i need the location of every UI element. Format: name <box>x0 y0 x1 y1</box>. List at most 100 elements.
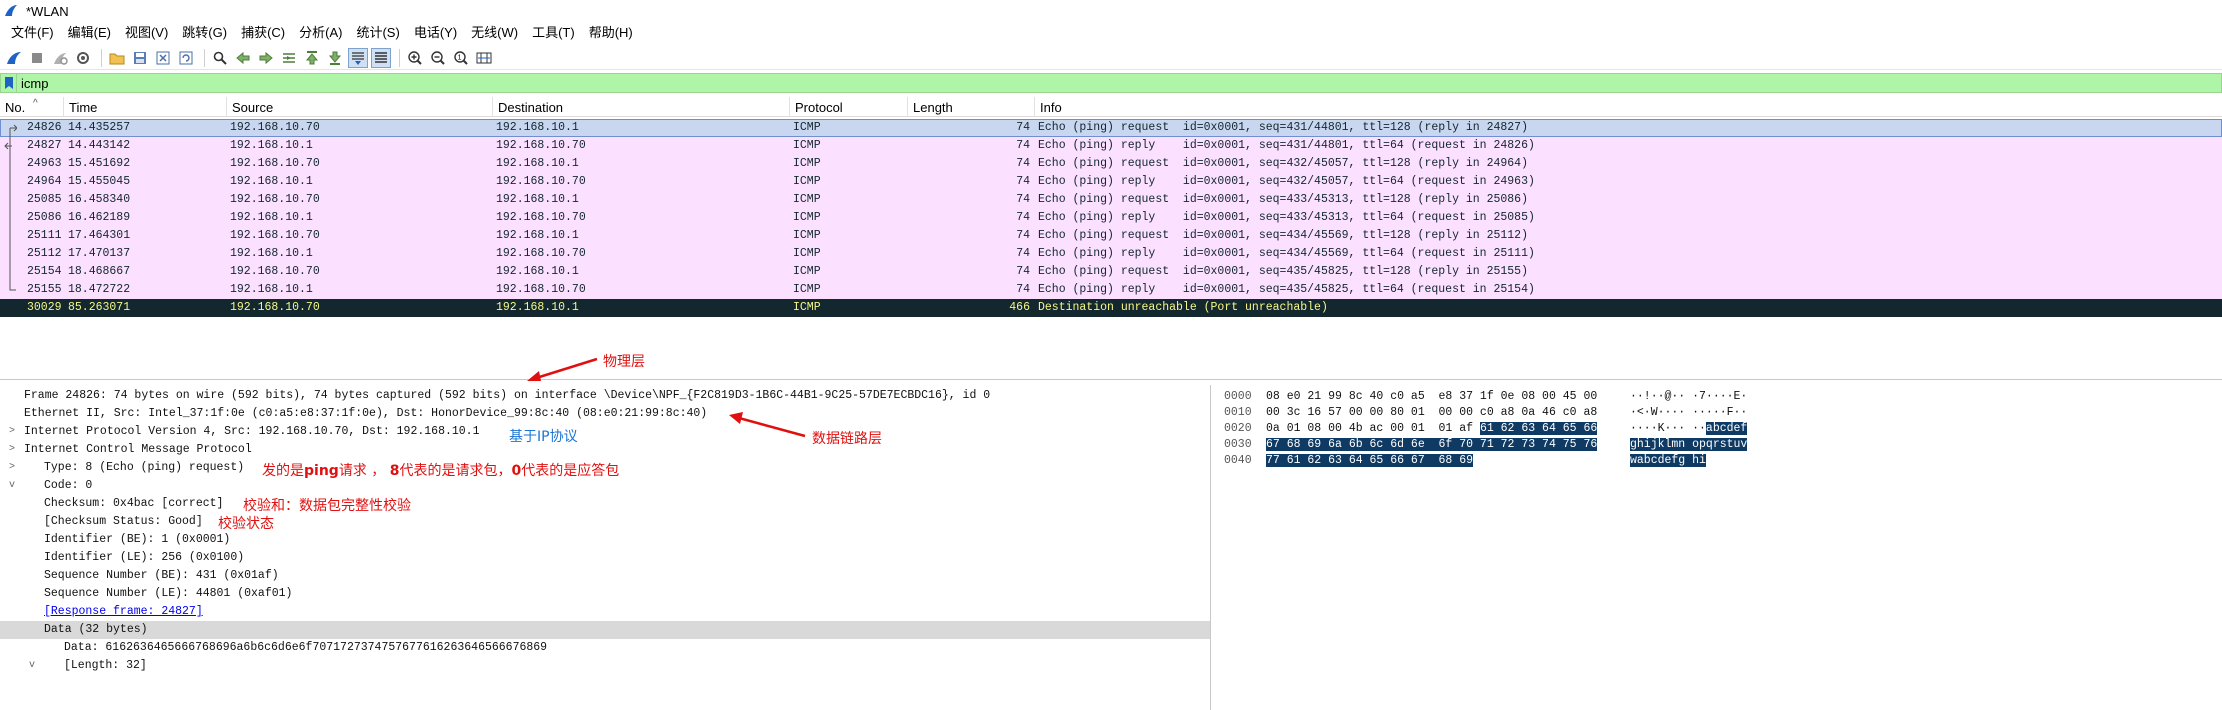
cell-src: 192.168.10.70 <box>230 265 320 278</box>
zoom-out-icon[interactable] <box>428 48 448 68</box>
last-packet-icon[interactable] <box>325 48 345 68</box>
cell-time: 16.462189 <box>68 211 131 224</box>
colorize-icon[interactable] <box>371 47 391 68</box>
menu-item-6[interactable]: 统计(S) <box>349 22 406 44</box>
packet-row[interactable]: 30029 85.263071 192.168.10.70 192.168.10.1 I… <box>0 299 2222 317</box>
cell-no: 25085 <box>27 193 62 206</box>
find-icon[interactable] <box>210 48 230 68</box>
menu-item-9[interactable]: 工具(T) <box>525 22 582 44</box>
column-header-info[interactable]: Info <box>1035 97 2222 117</box>
related-packet-icon <box>9 173 11 191</box>
menu-bar: 文件(F) 编辑(E) 视图(V) 跳转(G) 捕获(C) 分析(A) 统计(S) 电话(Y)… <box>0 22 2222 44</box>
tree-row-identifier-be[interactable]: Identifier (BE): 1 (0x0001) <box>0 531 1210 549</box>
cell-src: 192.168.10.1 <box>230 283 313 296</box>
column-header-time[interactable]: Time <box>64 97 227 117</box>
tree-row-checksum-status[interactable]: [Checksum Status: Good] <box>0 513 1210 531</box>
stop-square-icon[interactable] <box>27 48 47 68</box>
menu-item-0[interactable]: 文件(F) <box>4 22 61 44</box>
byte-offset: 0040 <box>1224 454 1252 467</box>
cell-proto: ICMP <box>793 229 821 242</box>
restart-icon[interactable] <box>50 48 70 68</box>
packet-row[interactable]: 25155 18.472722 192.168.10.1 192.168.10.70 I… <box>0 281 2222 299</box>
column-header-length[interactable]: Length <box>908 97 1035 117</box>
hex-bytes[interactable]: 0a 01 08 00 4b ac 00 01 01 af 61 62 63 6… <box>1266 421 1598 437</box>
tree-row-frame[interactable]: > Frame 24826: 74 bytes on wire (592 bit… <box>0 387 1210 437</box>
tree-row-icmp[interactable]: v Internet Control Message Protocol <box>0 441 1210 491</box>
hex-bytes[interactable]: 77 61 62 63 64 65 66 67 68 69 <box>1266 453 1474 469</box>
cell-length: 74 <box>1016 139 1030 152</box>
column-header-protocol[interactable]: Protocol <box>790 97 908 117</box>
resize-columns-icon[interactable] <box>474 48 494 68</box>
cell-src: 192.168.10.1 <box>230 175 313 188</box>
tree-row-data-length[interactable]: [Length: 32] <box>0 657 1210 675</box>
menu-item-5[interactable]: 分析(A) <box>292 22 349 44</box>
column-header-no[interactable]: No. ^ <box>0 97 64 117</box>
menu-item-8[interactable]: 无线(W) <box>464 22 525 44</box>
hex-bytes[interactable]: 08 e0 21 99 8c 40 c0 a5 e8 37 1f 0e 08 0… <box>1266 389 1597 405</box>
menu-item-2[interactable]: 视图(V) <box>118 22 175 44</box>
response-frame-link[interactable]: [Response frame: 24827] <box>44 603 203 621</box>
cell-info: Echo (ping) request id=0x0001, seq=433/4… <box>1038 193 1528 206</box>
tree-row-ethernet[interactable]: > Ethernet II, Src: Intel_37:1f:0e (c0:a… <box>0 405 1210 455</box>
packet-rows: 24826 14.435257 192.168.10.70 192.168.10.1 I… <box>0 119 2222 317</box>
options-gear-icon[interactable] <box>73 48 93 68</box>
column-header-source[interactable]: Source <box>227 97 493 117</box>
open-folder-icon[interactable] <box>107 48 127 68</box>
shark-fin-start-icon[interactable] <box>4 48 24 68</box>
tree-row-response-frame[interactable]: [Response frame: 24827] <box>0 603 1210 621</box>
auto-scroll-icon[interactable] <box>348 47 368 68</box>
cell-src: 192.168.10.70 <box>230 157 320 170</box>
tree-row-sequence-be[interactable]: Sequence Number (BE): 431 (0x01af) <box>0 567 1210 585</box>
cell-length: 74 <box>1016 229 1030 242</box>
tree-row-data-value[interactable]: Data: 6162636465666768696a6b6c6d6e6f7071… <box>0 639 1210 657</box>
tree-row-ipv4[interactable]: > Internet Protocol Version 4, Src: 192.… <box>0 423 1210 473</box>
packet-row[interactable]: 24826 14.435257 192.168.10.70 192.168.10.1 I… <box>0 119 2222 137</box>
packet-row[interactable]: 25085 16.458340 192.168.10.70 192.168.10.1 I… <box>0 191 2222 209</box>
menu-item-1[interactable]: 编辑(E) <box>61 22 118 44</box>
cell-proto: ICMP <box>793 175 821 188</box>
tree-row-data[interactable]: v Data (32 bytes) <box>0 621 1210 671</box>
cell-length: 74 <box>1016 265 1030 278</box>
menu-item-4[interactable]: 捕获(C) <box>234 22 292 44</box>
packet-row[interactable]: 24827 14.443142 192.168.10.1 192.168.10.70 I… <box>0 137 2222 155</box>
cell-no: 30029 <box>27 301 62 314</box>
save-file-icon[interactable] <box>130 48 150 68</box>
reload-icon[interactable] <box>176 48 196 68</box>
packet-row[interactable]: 24963 15.451692 192.168.10.70 192.168.10.1 I… <box>0 155 2222 173</box>
go-forward-icon[interactable] <box>256 48 276 68</box>
tree-row-sequence-le[interactable]: Sequence Number (LE): 44801 (0xaf01) <box>0 585 1210 603</box>
close-file-icon[interactable] <box>153 48 173 68</box>
packet-row[interactable]: 24964 15.455045 192.168.10.1 192.168.10.70 I… <box>0 173 2222 191</box>
filter-bookmark-icon[interactable] <box>1 74 17 92</box>
cell-info: Echo (ping) reply id=0x0001, seq=432/450… <box>1038 175 1535 188</box>
cell-src: 192.168.10.70 <box>230 121 320 134</box>
menu-item-7[interactable]: 电话(Y) <box>407 22 464 44</box>
ascii-bytes[interactable]: ·<·W···· ·····F·· <box>1630 405 1747 421</box>
go-to-packet-icon[interactable] <box>279 48 299 68</box>
main-toolbar: 1 <box>0 46 2222 70</box>
go-back-icon[interactable] <box>233 48 253 68</box>
cell-src: 192.168.10.70 <box>230 301 320 314</box>
hex-bytes[interactable]: 00 3c 16 57 00 00 80 01 00 00 c0 a8 0a 4… <box>1266 405 1597 421</box>
cell-time: 18.472722 <box>68 283 131 296</box>
toolbar-separator <box>101 48 102 67</box>
tree-row-identifier-le[interactable]: Identifier (LE): 256 (0x0100) <box>0 549 1210 567</box>
zoom-in-icon[interactable] <box>405 48 425 68</box>
tree-row-checksum[interactable]: Checksum: 0x4bac [correct] <box>0 495 1210 513</box>
packet-list-pane: No. ^ Time Source Destination Protocol Le… <box>0 97 2222 380</box>
ascii-bytes[interactable]: ghijklmn opqrstuv <box>1630 437 1748 453</box>
ascii-bytes[interactable]: ··!··@·· ·7····E· <box>1630 389 1747 405</box>
packet-row[interactable]: 25112 17.470137 192.168.10.1 192.168.10.70 I… <box>0 245 2222 263</box>
ascii-bytes[interactable]: wabcdefg hi <box>1630 453 1706 469</box>
packet-row[interactable]: 25111 17.464301 192.168.10.70 192.168.10.1 I… <box>0 227 2222 245</box>
menu-item-10[interactable]: 帮助(H) <box>582 22 640 44</box>
menu-item-3[interactable]: 跳转(G) <box>175 22 234 44</box>
display-filter-input[interactable] <box>21 75 2121 91</box>
packet-row[interactable]: 25154 18.468667 192.168.10.70 192.168.10.1 I… <box>0 263 2222 281</box>
packet-row[interactable]: 25086 16.462189 192.168.10.1 192.168.10.70 I… <box>0 209 2222 227</box>
normal-size-icon[interactable]: 1 <box>451 48 471 68</box>
first-packet-icon[interactable] <box>302 48 322 68</box>
ascii-bytes[interactable]: ····K··· ··abcdef <box>1630 421 1748 437</box>
hex-bytes[interactable]: 67 68 69 6a 6b 6c 6d 6e 6f 70 71 72 73 7… <box>1266 437 1598 453</box>
column-header-destination[interactable]: Destination <box>493 97 790 117</box>
